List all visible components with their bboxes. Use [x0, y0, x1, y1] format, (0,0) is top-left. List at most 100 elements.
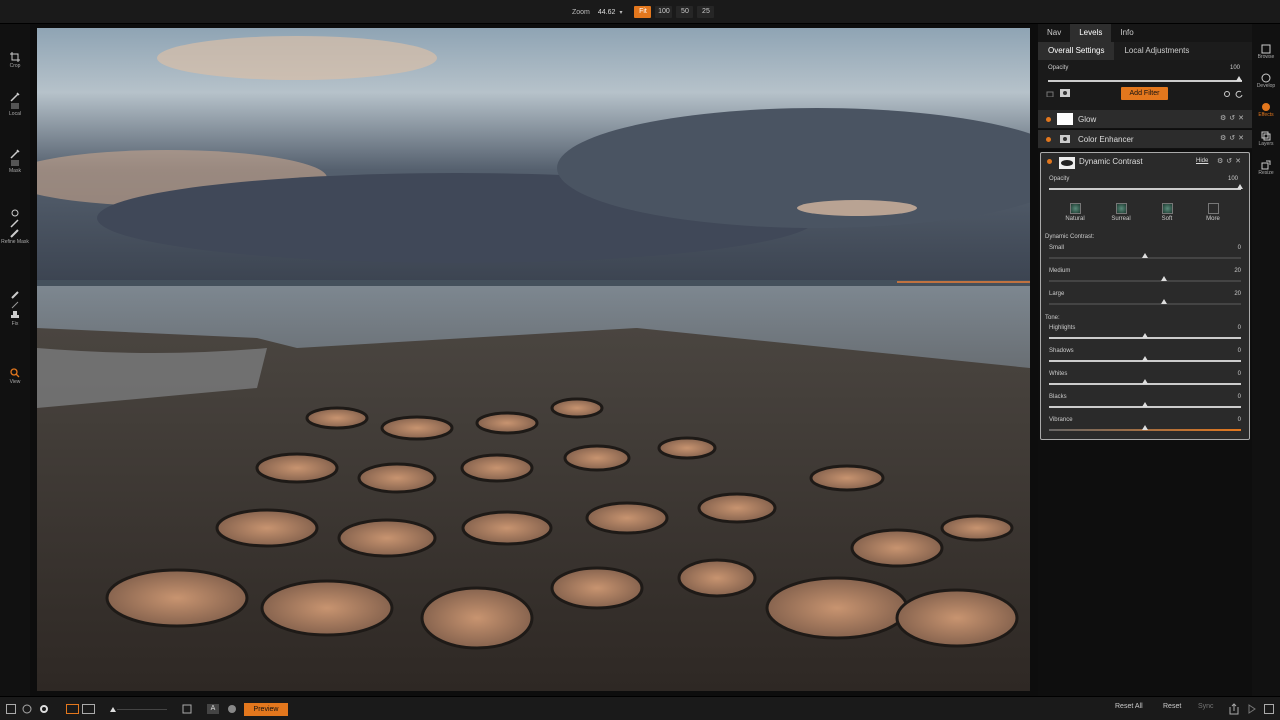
- mask-view-icon[interactable]: [227, 704, 237, 714]
- sync-button[interactable]: Sync: [1198, 703, 1214, 710]
- preset-label: Soft: [1161, 216, 1173, 222]
- opacity-value[interactable]: 100: [1218, 176, 1238, 182]
- filter-enabled-dot[interactable]: [1046, 137, 1051, 142]
- zoom-value[interactable]: 44.62: [598, 9, 616, 16]
- slider-thumb[interactable]: [1142, 425, 1148, 430]
- tool-fix[interactable]: Fix: [0, 290, 30, 327]
- preset-surreal[interactable]: Surreal: [1105, 203, 1137, 222]
- module-resize[interactable]: Resize: [1252, 160, 1280, 176]
- slider-value[interactable]: 0: [1221, 417, 1241, 423]
- share-icon[interactable]: [1229, 703, 1239, 715]
- slider-value[interactable]: 0: [1221, 245, 1241, 251]
- slider-thumb[interactable]: [1142, 379, 1148, 384]
- zoom-100-button[interactable]: 100: [655, 6, 673, 18]
- mask-icon[interactable]: [1059, 157, 1075, 169]
- effects-icon: [1262, 103, 1270, 111]
- forward-icon[interactable]: [1247, 704, 1257, 714]
- module-label: Effects: [1258, 112, 1274, 118]
- tab-levels[interactable]: Levels: [1070, 24, 1112, 42]
- slider-label: Highlights: [1049, 325, 1076, 331]
- module-develop[interactable]: Develop: [1252, 73, 1280, 89]
- slider-thumb[interactable]: [1236, 76, 1242, 81]
- hide-button[interactable]: Hide: [1196, 158, 1208, 164]
- tab-nav[interactable]: Nav: [1038, 24, 1070, 42]
- tool-crop[interactable]: Crop: [0, 52, 30, 69]
- module-effects[interactable]: Effects: [1252, 102, 1280, 118]
- slider-value[interactable]: 20: [1221, 291, 1241, 297]
- filter-glow[interactable]: Glow ⚙↺✕: [1038, 110, 1252, 129]
- preset-more[interactable]: More: [1197, 203, 1229, 222]
- slider-value[interactable]: 20: [1221, 268, 1241, 274]
- gear-icon[interactable]: [38, 703, 50, 715]
- filter-enabled-dot[interactable]: [1046, 117, 1051, 122]
- filter-actions[interactable]: ⚙↺✕: [1220, 134, 1247, 142]
- slider-thumb[interactable]: [1142, 402, 1148, 407]
- tool-local[interactable]: Local: [0, 92, 30, 117]
- preset-natural[interactable]: Natural: [1059, 203, 1091, 222]
- tool-refine-mask[interactable]: Refine Mask: [0, 208, 30, 245]
- tool-view[interactable]: View: [0, 368, 30, 385]
- slider-track[interactable]: [1049, 303, 1241, 305]
- filter-actions[interactable]: ⚙↺✕: [1217, 157, 1244, 165]
- panel-tabs: Nav Levels Info: [1038, 24, 1252, 42]
- slider-value[interactable]: 0: [1221, 394, 1241, 400]
- zoom-fit-button[interactable]: Fit: [634, 6, 652, 18]
- filter-name: Color Enhancer: [1078, 135, 1134, 144]
- chevron-down-icon[interactable]: ▾: [619, 9, 622, 16]
- zoom-50-button[interactable]: 50: [676, 6, 694, 18]
- reset-button[interactable]: Reset: [1163, 703, 1181, 710]
- layers-icon: [1261, 131, 1271, 141]
- slider-label: Whites: [1049, 371, 1068, 377]
- slider-value[interactable]: 0: [1221, 325, 1241, 331]
- sidebar-toggle-icon[interactable]: [1264, 704, 1274, 714]
- landscape-photo: [37, 28, 1030, 691]
- slider-thumb[interactable]: [1142, 333, 1148, 338]
- photo-canvas[interactable]: [37, 28, 1030, 691]
- slider-thumb[interactable]: [1161, 299, 1168, 304]
- filter-color-enhancer[interactable]: Color Enhancer ⚙↺✕: [1038, 130, 1252, 149]
- filter-enabled-dot[interactable]: [1047, 159, 1052, 164]
- slider-label: Large: [1049, 291, 1065, 297]
- refine-brush-icon: [10, 219, 19, 228]
- opacity-label: Opacity: [1049, 176, 1070, 182]
- tab-info[interactable]: Info: [1111, 24, 1142, 42]
- slider-value[interactable]: 0: [1221, 371, 1241, 377]
- filter-mask-thumbnail[interactable]: [1057, 113, 1073, 125]
- compare-view-icon[interactable]: [66, 704, 96, 714]
- tab-overall-settings[interactable]: Overall Settings: [1038, 42, 1115, 60]
- module-browse[interactable]: Browse: [1252, 44, 1280, 60]
- filter-actions[interactable]: ⚙↺✕: [1220, 114, 1247, 122]
- mode-a-button[interactable]: A: [207, 704, 219, 714]
- help-icon[interactable]: [22, 704, 32, 714]
- lock-icon[interactable]: [1046, 89, 1054, 97]
- slider-track[interactable]: [1049, 280, 1241, 282]
- zoom-control: Zoom 44.62 ▾ Fit 100 50 25: [572, 5, 715, 19]
- slider-thumb[interactable]: [1161, 276, 1168, 281]
- module-layers[interactable]: Layers: [1252, 131, 1280, 147]
- pencil-icon: [11, 301, 19, 309]
- brush-icon: [10, 92, 20, 102]
- slider-thumb[interactable]: [1142, 253, 1148, 258]
- crop-icon: [10, 52, 20, 62]
- mask-icon[interactable]: [1060, 89, 1070, 97]
- gear-icon[interactable]: [1223, 90, 1231, 98]
- slider-value[interactable]: 0: [1221, 348, 1241, 354]
- preset-soft[interactable]: Soft: [1151, 203, 1183, 222]
- preview-button[interactable]: Preview: [244, 703, 288, 716]
- opacity-value[interactable]: 100: [1220, 65, 1240, 71]
- opacity-slider[interactable]: [1049, 188, 1241, 190]
- thumbnail-size-slider[interactable]: [109, 705, 169, 713]
- reset-all-button[interactable]: Reset All: [1115, 703, 1143, 710]
- mask-icon[interactable]: [1060, 135, 1070, 143]
- tool-mask[interactable]: Mask: [0, 149, 30, 174]
- add-filter-button[interactable]: Add Filter: [1121, 87, 1168, 100]
- preset-label: Surreal: [1111, 216, 1131, 222]
- slider-thumb[interactable]: [1237, 184, 1243, 189]
- opacity-slider[interactable]: [1048, 80, 1242, 82]
- tab-local-adjustments[interactable]: Local Adjustments: [1114, 42, 1199, 60]
- slider-thumb[interactable]: [1142, 356, 1148, 361]
- zoom-25-button[interactable]: 25: [697, 6, 715, 18]
- panel-toggle-icon[interactable]: [6, 704, 16, 714]
- reset-icon[interactable]: [1235, 90, 1243, 98]
- checkbox-icon[interactable]: [182, 704, 192, 714]
